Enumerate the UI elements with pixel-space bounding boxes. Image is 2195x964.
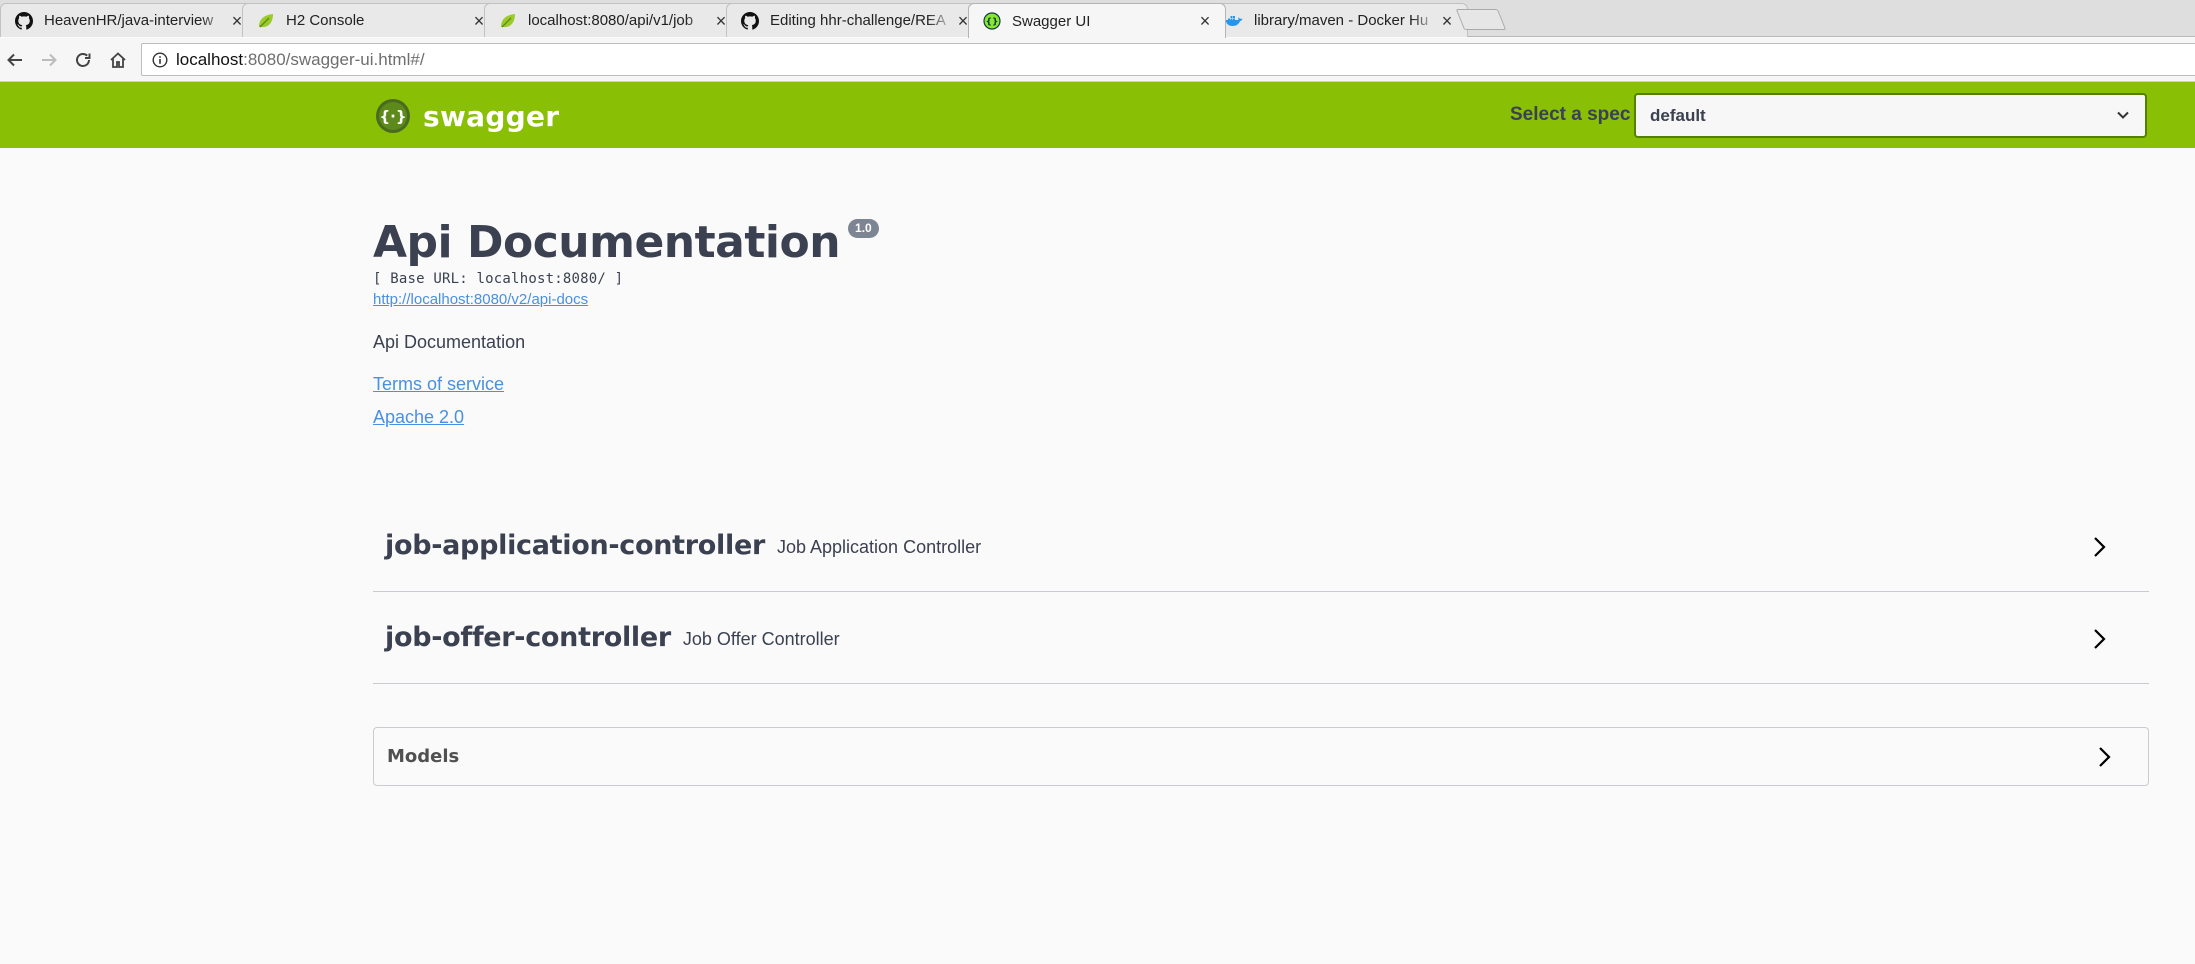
home-icon[interactable]: [107, 49, 129, 71]
info-icon[interactable]: [152, 51, 168, 68]
browser-tab[interactable]: localhost:8080/api/v1/job ×: [484, 3, 742, 37]
back-arrow-icon[interactable]: [4, 49, 26, 71]
tab-title: localhost:8080/api/v1/job: [528, 12, 694, 29]
swagger-icon: {}: [983, 12, 1001, 30]
browser-tab[interactable]: HeavenHR/java-interview ×: [0, 3, 258, 37]
swagger-logo[interactable]: {·} swagger: [375, 98, 559, 134]
svg-text:{}: {}: [986, 18, 999, 28]
swagger-logo-text: swagger: [423, 99, 560, 133]
browser-toolbar: localhost:8080/swagger-ui.html#/: [0, 38, 2195, 82]
spring-leaf-icon: [257, 12, 275, 30]
chevron-down-icon: [2115, 107, 2131, 128]
page-title: Api Documentation: [373, 217, 841, 268]
github-icon: [741, 11, 759, 30]
spring-leaf-icon: [499, 12, 517, 30]
spec-select[interactable]: default: [1634, 93, 2147, 138]
url-host: localhost: [176, 49, 244, 69]
models-section[interactable]: Models: [373, 727, 2149, 786]
swagger-topbar: {·} swagger Select a spec default: [0, 82, 2195, 148]
tag-description: Job Application Controller: [776, 537, 982, 557]
api-description: Api Documentation: [373, 332, 526, 352]
tab-title: HeavenHR/java-interview: [44, 12, 214, 29]
url-path: :8080/swagger-ui.html#/: [243, 49, 425, 69]
chevron-right-icon[interactable]: [2094, 745, 2114, 774]
api-info: Api Documentation 1.0 [ Base URL: localh…: [373, 216, 2149, 428]
spec-select-value: default: [1650, 105, 1706, 125]
browser-tab[interactable]: library/maven - Docker Hu ×: [1210, 3, 1468, 37]
address-bar[interactable]: localhost:8080/swagger-ui.html#/: [141, 43, 2195, 76]
base-url: [ Base URL: localhost:8080/ ]: [373, 271, 624, 287]
close-icon[interactable]: ×: [1197, 12, 1213, 30]
docker-icon: [1225, 12, 1243, 30]
api-docs-link[interactable]: http://localhost:8080/v2/api-docs: [373, 291, 588, 308]
license-link[interactable]: Apache 2.0: [373, 407, 464, 428]
svg-text:{·}: {·}: [379, 108, 406, 126]
tag-section-job-application-controller[interactable]: job-application-controller Job Applicati…: [373, 500, 2149, 592]
browser-tab[interactable]: Editing hhr-challenge/REA ×: [726, 3, 984, 37]
tab-title: H2 Console: [286, 12, 365, 29]
new-tab-button[interactable]: [1455, 9, 1507, 30]
tag-name: job-application-controller: [385, 530, 765, 561]
terms-of-service-link[interactable]: Terms of service: [373, 374, 504, 395]
tab-title: library/maven - Docker Hu: [1254, 12, 1429, 29]
reload-icon[interactable]: [72, 49, 94, 71]
select-spec-label: Select a spec: [1510, 104, 1631, 125]
tag-section-job-offer-controller[interactable]: job-offer-controller Job Offer Controlle…: [373, 592, 2149, 684]
swagger-logo-icon: {·}: [375, 98, 411, 134]
close-icon[interactable]: ×: [1439, 12, 1455, 30]
tag-description: Job Offer Controller: [682, 629, 840, 649]
forward-arrow-icon[interactable]: [38, 49, 60, 71]
tab-title: Swagger UI: [1012, 12, 1091, 30]
browser-tab-active[interactable]: {} Swagger UI ×: [968, 3, 1226, 38]
chevron-right-icon[interactable]: [2089, 535, 2109, 564]
tag-name: job-offer-controller: [385, 622, 671, 653]
chevron-right-icon[interactable]: [2089, 627, 2109, 656]
tab-title: Editing hhr-challenge/REA: [770, 12, 946, 29]
models-label: Models: [387, 746, 460, 767]
github-icon: [15, 11, 33, 30]
browser-tab[interactable]: H2 Console ×: [242, 3, 500, 37]
version-badge: 1.0: [848, 219, 879, 238]
browser-tab-strip: HeavenHR/java-interview × H2 Console × l…: [0, 0, 2195, 38]
